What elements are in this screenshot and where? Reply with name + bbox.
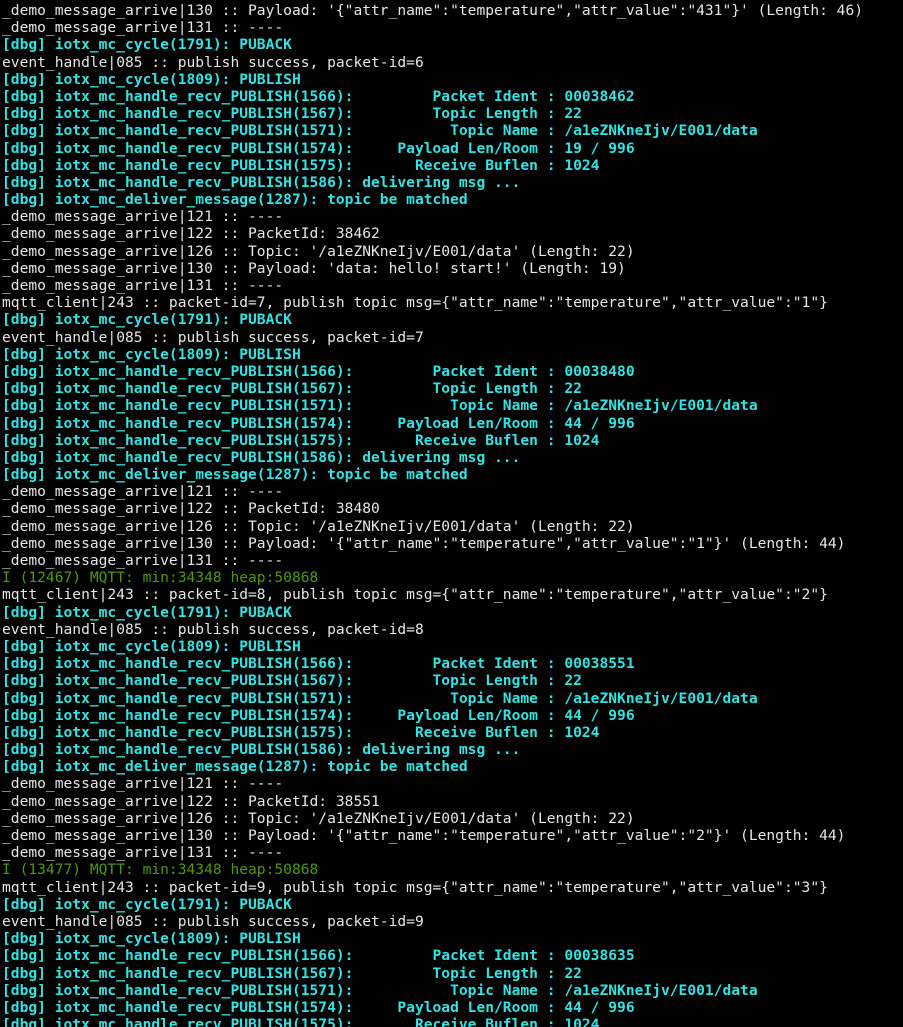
log-line: event_handle|085 :: publish success, pac… <box>2 328 424 346</box>
debug-log-line: [dbg] iotx_mc_handle_recv_PUBLISH(1567):… <box>2 672 582 690</box>
log-line: mqtt_client|243 :: packet-id=8, publish … <box>2 586 828 604</box>
log-line: _demo_message_arrive|121 :: ---- <box>2 483 284 501</box>
log-line: _demo_message_arrive|122 :: PacketId: 38… <box>2 500 380 518</box>
debug-log-line: [dbg] iotx_mc_cycle(1791): PUBACK <box>2 603 292 621</box>
log-line: event_handle|085 :: publish success, pac… <box>2 53 424 71</box>
debug-log-line: [dbg] iotx_mc_handle_recv_PUBLISH(1574):… <box>2 414 635 432</box>
debug-log-line: [dbg] iotx_mc_handle_recv_PUBLISH(1571):… <box>2 122 758 140</box>
debug-log-line: [dbg] iotx_mc_handle_recv_PUBLISH(1586):… <box>2 741 521 759</box>
log-line: mqtt_client|243 :: packet-id=7, publish … <box>2 294 828 312</box>
log-line: _demo_message_arrive|126 :: Topic: '/a1e… <box>2 242 635 260</box>
debug-log-line: [dbg] iotx_mc_deliver_message(1287): top… <box>2 466 468 484</box>
log-line: event_handle|085 :: publish success, pac… <box>2 620 424 638</box>
debug-log-line: [dbg] iotx_mc_handle_recv_PUBLISH(1566):… <box>2 655 635 673</box>
debug-log-line: [dbg] iotx_mc_cycle(1809): PUBLISH <box>2 930 301 948</box>
log-line: event_handle|085 :: publish success, pac… <box>2 912 424 930</box>
log-line: _demo_message_arrive|130 :: Payload: '{"… <box>2 827 846 844</box>
debug-log-line: [dbg] iotx_mc_cycle(1809): PUBLISH <box>2 637 301 655</box>
debug-log-line: [dbg] iotx_mc_deliver_message(1287): top… <box>2 758 468 776</box>
log-line: _demo_message_arrive|121 :: ---- <box>2 208 284 226</box>
debug-log-line: [dbg] iotx_mc_handle_recv_PUBLISH(1574):… <box>2 706 635 724</box>
log-line: _demo_message_arrive|130 :: Payload: '{"… <box>2 2 864 19</box>
log-line: _demo_message_arrive|130 :: Payload: '{"… <box>2 534 846 552</box>
debug-log-line: [dbg] iotx_mc_cycle(1791): PUBACK <box>2 36 292 54</box>
log-line: _demo_message_arrive|130 :: Payload: 'da… <box>2 259 626 277</box>
debug-log-line: [dbg] iotx_mc_cycle(1809): PUBLISH <box>2 70 301 88</box>
debug-log-line: [dbg] iotx_mc_handle_recv_PUBLISH(1586):… <box>2 173 521 191</box>
info-log-line: I (12467) MQTT: min:34348 heap:50868 <box>2 569 319 587</box>
debug-log-line: [dbg] iotx_mc_handle_recv_PUBLISH(1574):… <box>2 998 635 1016</box>
log-line: _demo_message_arrive|126 :: Topic: '/a1e… <box>2 517 635 535</box>
debug-log-line: [dbg] iotx_mc_cycle(1791): PUBACK <box>2 895 292 913</box>
log-line: _demo_message_arrive|122 :: PacketId: 38… <box>2 225 380 243</box>
debug-log-line: [dbg] iotx_mc_cycle(1791): PUBACK <box>2 311 292 329</box>
debug-log-line: [dbg] iotx_mc_handle_recv_PUBLISH(1571):… <box>2 397 758 415</box>
debug-log-line: [dbg] iotx_mc_handle_recv_PUBLISH(1566):… <box>2 947 635 965</box>
debug-log-line: [dbg] iotx_mc_cycle(1809): PUBLISH <box>2 345 301 363</box>
log-line: _demo_message_arrive|121 :: ---- <box>2 775 284 793</box>
debug-log-line: [dbg] iotx_mc_handle_recv_PUBLISH(1586):… <box>2 448 521 466</box>
debug-log-line: [dbg] iotx_mc_handle_recv_PUBLISH(1567):… <box>2 964 582 982</box>
log-line: _demo_message_arrive|122 :: PacketId: 38… <box>2 792 380 810</box>
log-line: _demo_message_arrive|126 :: Topic: '/a1e… <box>2 809 635 827</box>
debug-log-line: [dbg] iotx_mc_handle_recv_PUBLISH(1566):… <box>2 87 635 105</box>
debug-log-line: [dbg] iotx_mc_handle_recv_PUBLISH(1574):… <box>2 139 635 157</box>
log-line: _demo_message_arrive|131 :: ---- <box>2 844 284 862</box>
debug-log-line: [dbg] iotx_mc_handle_recv_PUBLISH(1567):… <box>2 380 582 398</box>
debug-log-line: [dbg] iotx_mc_handle_recv_PUBLISH(1567):… <box>2 105 582 123</box>
debug-log-line: [dbg] iotx_mc_handle_recv_PUBLISH(1571):… <box>2 689 758 707</box>
debug-log-line: [dbg] iotx_mc_handle_recv_PUBLISH(1575):… <box>2 156 600 174</box>
debug-log-line: [dbg] iotx_mc_handle_recv_PUBLISH(1575):… <box>2 723 600 741</box>
log-line: _demo_message_arrive|131 :: ---- <box>2 277 284 294</box>
debug-log-line: [dbg] iotx_mc_deliver_message(1287): top… <box>2 191 468 209</box>
debug-log-line: [dbg] iotx_mc_handle_recv_PUBLISH(1571):… <box>2 981 758 999</box>
info-log-line: I (13477) MQTT: min:34348 heap:50868 <box>2 861 319 879</box>
log-line: mqtt_client|243 :: packet-id=9, publish … <box>2 878 828 896</box>
log-line: _demo_message_arrive|131 :: ---- <box>2 552 284 569</box>
debug-log-line: [dbg] iotx_mc_handle_recv_PUBLISH(1575):… <box>2 431 600 449</box>
debug-log-line: [dbg] iotx_mc_handle_recv_PUBLISH(1575):… <box>2 1016 600 1027</box>
log-line: _demo_message_arrive|131 :: ---- <box>2 19 284 37</box>
terminal-output[interactable]: _demo_message_arrive|130 :: Payload: '{"… <box>0 0 903 1027</box>
debug-log-line: [dbg] iotx_mc_handle_recv_PUBLISH(1566):… <box>2 362 635 380</box>
